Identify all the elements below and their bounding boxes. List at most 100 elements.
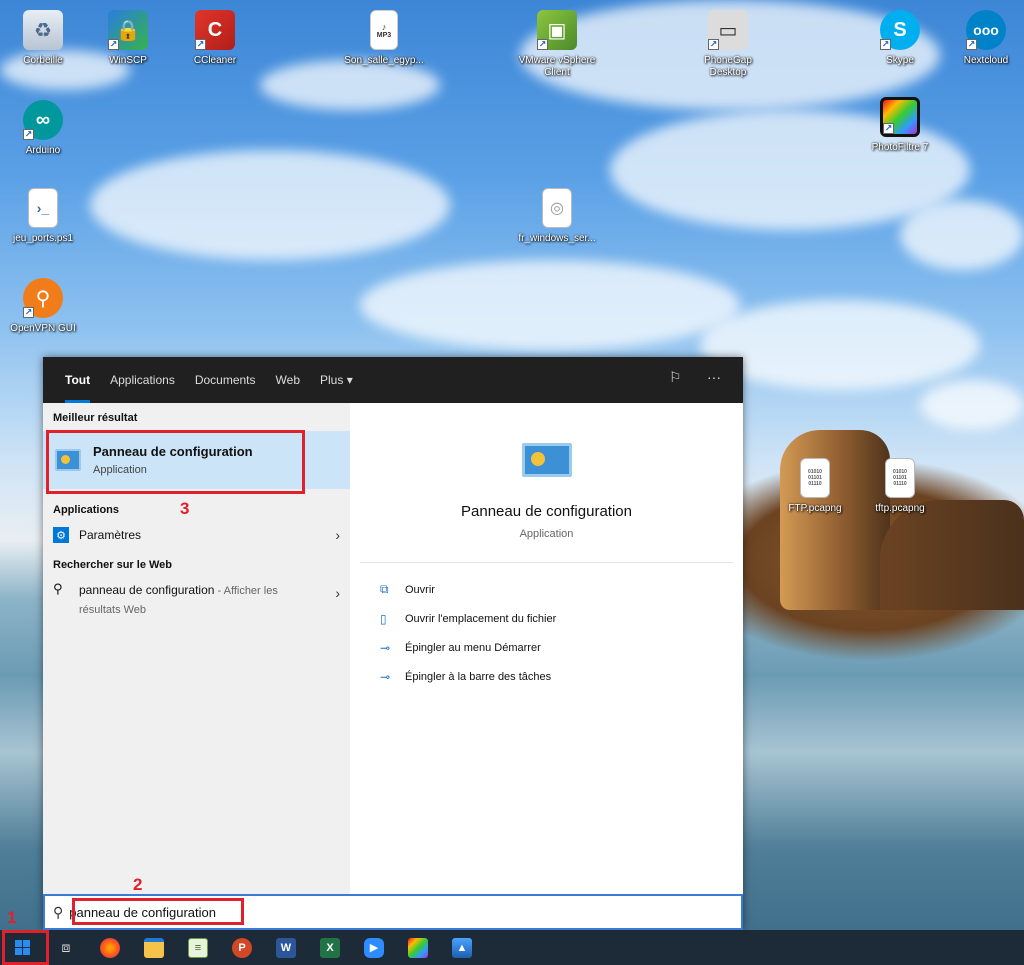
search-tab-bar: Tout Applications Documents Web Plus ▾ ⚐…	[43, 357, 743, 403]
desktop-icon-arduino[interactable]: ∞ ↗ Arduino	[3, 100, 83, 157]
shortcut-arrow-icon: ↗	[23, 307, 34, 318]
desktop-icon-ccleaner[interactable]: C ↗ CCleaner	[175, 10, 255, 67]
desktop-icon-nextcloud[interactable]: ooo ↗ Nextcloud	[946, 10, 1024, 67]
action-open[interactable]: ⧉ Ouvrir	[360, 575, 733, 604]
notepad-icon: ≡	[188, 937, 208, 958]
best-result-header: Meilleur résultat	[53, 412, 138, 424]
openvpn-icon: ⚲ ↗	[23, 278, 63, 318]
photofiltre-icon	[408, 937, 428, 958]
powerpoint-icon: P	[232, 937, 252, 958]
tab-more[interactable]: Plus ▾	[310, 357, 363, 403]
action-label: Épingler à la barre des tâches	[405, 670, 552, 683]
pcap-file-icon: 01010 01101 01110	[800, 458, 830, 498]
shortcut-arrow-icon: ↗	[195, 39, 206, 50]
file-type-badge: MP3	[376, 31, 392, 39]
task-view-icon: ⧈	[61, 939, 71, 955]
open-icon: ⧉	[380, 582, 389, 596]
shortcut-arrow-icon: ↗	[23, 129, 34, 140]
taskbar-zoom[interactable]: ▶	[352, 930, 396, 965]
taskbar-word[interactable]: W	[264, 930, 308, 965]
firefox-icon	[100, 937, 120, 958]
tab-web[interactable]: Web	[266, 357, 310, 403]
task-view-button[interactable]: ⧈	[44, 930, 88, 965]
tab-more-label: Plus	[320, 373, 344, 387]
photos-icon: ▲	[452, 937, 472, 958]
tab-all[interactable]: Tout	[55, 357, 100, 403]
chevron-right-icon: ›	[335, 585, 340, 601]
taskbar-photofiltre[interactable]	[396, 930, 440, 965]
desktop-icon-phonegap[interactable]: ▭ ↗ PhoneGap Desktop	[688, 10, 768, 79]
detail-title: Panneau de configuration	[461, 503, 632, 520]
web-search-header: Rechercher sur le Web	[53, 559, 173, 571]
taskbar-notepad[interactable]: ≡	[176, 930, 220, 965]
shortcut-arrow-icon: ↗	[537, 39, 548, 50]
taskbar-excel[interactable]: X	[308, 930, 352, 965]
recycle-bin-icon: ♻	[23, 10, 63, 50]
file-location-icon: ▯	[380, 611, 387, 626]
control-panel-large-icon	[521, 443, 572, 477]
app-result-settings[interactable]: ⚙ Paramètres ›	[43, 520, 350, 550]
desktop-icon-label: Arduino	[25, 145, 61, 156]
results-list: Meilleur résultat Panneau de configurati…	[43, 403, 350, 894]
action-pin-to-taskbar[interactable]: ⊸ Épingler à la barre des tâches	[360, 662, 733, 691]
apps-header: Applications	[53, 504, 120, 516]
detail-subtitle: Application	[519, 528, 574, 540]
shortcut-arrow-icon: ↗	[966, 39, 977, 50]
arduino-icon: ∞ ↗	[23, 100, 63, 140]
desktop-icon-photofiltre[interactable]: ↗ PhotoFiltre 7	[860, 97, 940, 154]
ccleaner-icon: C ↗	[195, 10, 235, 50]
action-open-file-location[interactable]: ▯ Ouvrir l'emplacement du fichier	[360, 604, 733, 633]
tab-documents[interactable]: Documents	[185, 357, 266, 403]
desktop-icon-recycle-bin[interactable]: ♻ Corbeille	[3, 10, 83, 67]
taskbar: ⧈ ≡ P W X ▶ ▲	[0, 930, 1024, 965]
taskbar-firefox[interactable]	[88, 930, 132, 965]
desktop-icon-mp3-file[interactable]: ♪ MP3 Son_salle_egyp...	[344, 10, 424, 67]
web-result[interactable]: ⚲ panneau de configuration - Afficher le…	[43, 575, 350, 619]
web-result-query: panneau de configuration	[79, 583, 215, 597]
desktop-icon-vmware[interactable]: ▣ ↗ VMware vSphere Client	[517, 10, 597, 79]
app-result-label: Paramètres	[79, 528, 142, 542]
desktop-icon-label: Nextcloud	[963, 55, 1009, 66]
desktop-icon-tftp-pcap[interactable]: 01010 01101 01110 tftp.pcapng	[860, 458, 940, 515]
powershell-script-icon: ›_	[28, 188, 58, 228]
vmware-vsphere-icon: ▣ ↗	[537, 10, 577, 50]
feedback-icon[interactable]: ⚐	[669, 369, 682, 386]
caret-down-icon: ▾	[346, 373, 353, 387]
desktop-icon-label: tftp.pcapng	[875, 503, 925, 514]
highlight-box-3	[46, 430, 305, 494]
more-options-button[interactable]: ···	[707, 369, 721, 385]
annotation-number-1: 1	[7, 908, 17, 927]
taskbar-file-explorer[interactable]	[132, 930, 176, 965]
desktop-icon-iso-file[interactable]: ◎ fr_windows_ser...	[517, 188, 597, 245]
desktop-icon-ps1-file[interactable]: ›_ jeu_ports.ps1	[3, 188, 83, 245]
shortcut-arrow-icon: ↗	[108, 39, 119, 50]
action-label: Épingler au menu Démarrer	[405, 641, 541, 654]
taskbar-photos[interactable]: ▲	[440, 930, 484, 965]
search-icon: ⚲	[53, 903, 64, 920]
desktop-icon-label: Skype	[886, 55, 914, 66]
winscp-icon: 🔒 ↗	[108, 10, 148, 50]
desktop-icon-label: Corbeille	[23, 55, 63, 66]
tab-applications[interactable]: Applications	[100, 357, 185, 403]
shortcut-arrow-icon: ↗	[708, 39, 719, 50]
pin-icon: ⊸	[380, 669, 391, 684]
music-file-icon: ♪ MP3	[370, 10, 398, 50]
photofiltre-icon: ↗	[880, 97, 920, 137]
desktop-icon-winscp[interactable]: 🔒 ↗ WinSCP	[88, 10, 168, 67]
search-icon: ⚲	[53, 581, 63, 596]
taskbar-powerpoint[interactable]: P	[220, 930, 264, 965]
desktop-icon-skype[interactable]: S ↗ Skype	[860, 10, 940, 67]
result-detail-pane: Panneau de configuration Application ⧉ Ou…	[360, 415, 733, 894]
phonegap-icon: ▭ ↗	[708, 10, 748, 50]
nextcloud-icon: ooo ↗	[966, 10, 1006, 50]
desktop-icon-ftp-pcap[interactable]: 01010 01101 01110 FTP.pcapng	[775, 458, 855, 515]
desktop-icon-openvpn[interactable]: ⚲ ↗ OpenVPN GUI	[3, 278, 83, 335]
start-search-panel: Tout Applications Documents Web Plus ▾ ⚐…	[43, 357, 743, 930]
desktop-icon-label: PhoneGap Desktop	[704, 55, 752, 78]
action-pin-to-start[interactable]: ⊸ Épingler au menu Démarrer	[360, 633, 733, 662]
desktop-icon-label: VMware vSphere Client	[518, 55, 596, 78]
zoom-icon: ▶	[364, 937, 384, 958]
desktop-icon-label: PhotoFiltre 7	[871, 142, 929, 153]
pin-icon: ⊸	[380, 640, 391, 655]
disc-image-file-icon: ◎	[542, 188, 572, 228]
